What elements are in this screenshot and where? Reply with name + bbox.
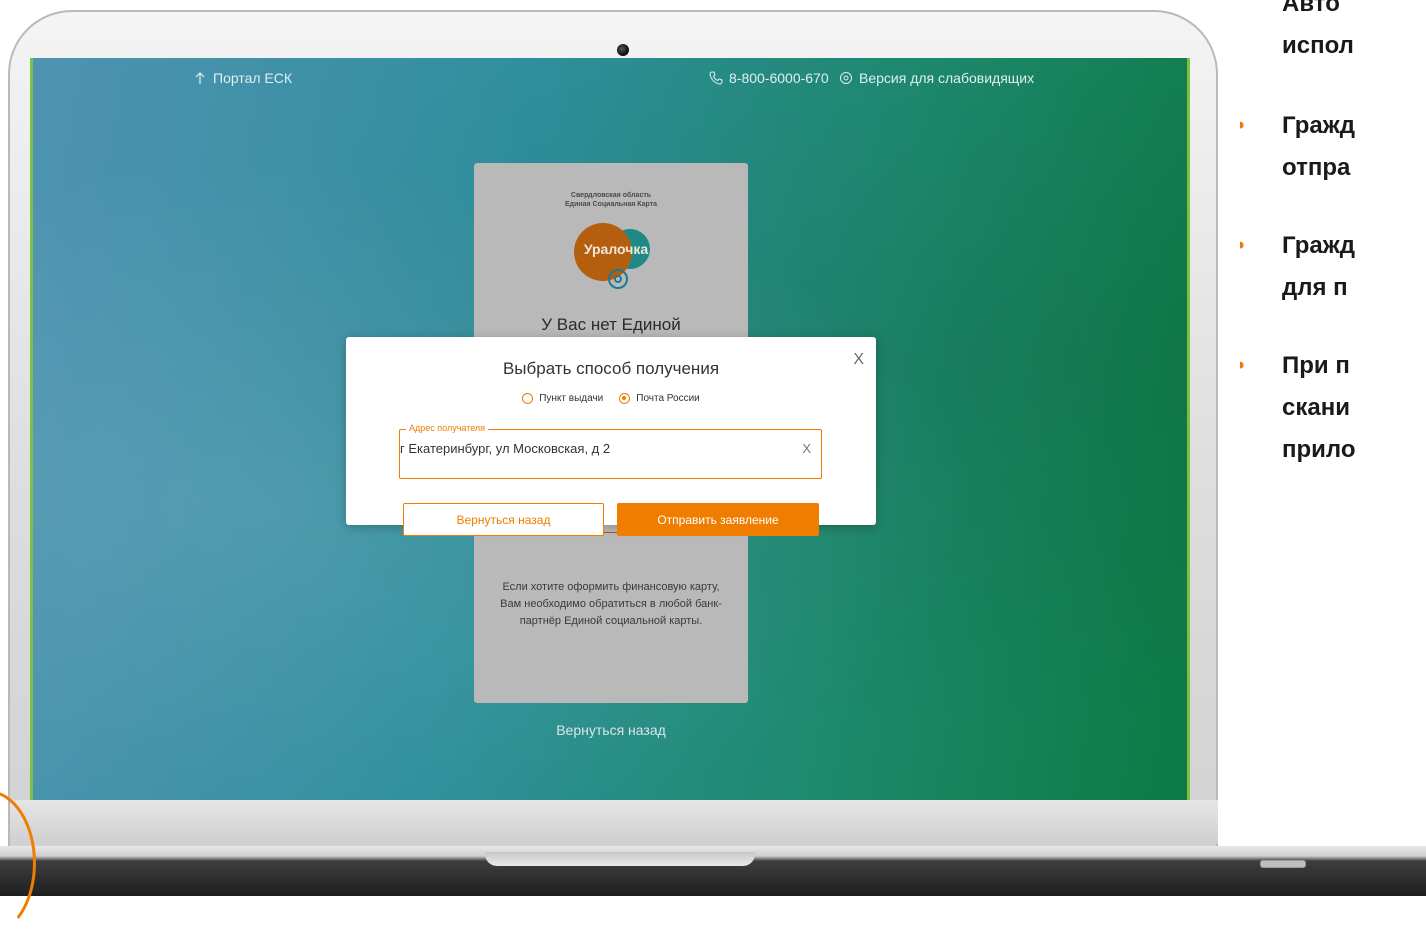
- logo-text: Уралочка: [583, 241, 649, 257]
- radio-pickup-label[interactable]: Пункт выдачи: [539, 393, 603, 404]
- slide-line-text: Гражд: [1282, 232, 1355, 259]
- address-field[interactable]: Адрес получателя г Екатеринбург, ул Моск…: [399, 423, 822, 479]
- slide-line-text: отпра: [1282, 154, 1351, 181]
- portal-link-label: Портал ЕСК: [213, 70, 293, 86]
- slide-line-text: прило: [1282, 436, 1356, 463]
- delivery-method-dialog: X Выбрать способ получения Пункт выдачи …: [346, 337, 876, 536]
- region-text: Свердловская область Единая Социальная К…: [474, 191, 748, 209]
- uralochka-logo: Уралочка: [568, 219, 664, 309]
- program-line: Единая Социальная Карта: [564, 201, 658, 208]
- card-heading: У Вас нет Единой: [541, 315, 681, 334]
- slide-line-text: Гражд: [1282, 112, 1355, 139]
- radio-pickup-point[interactable]: [522, 393, 534, 404]
- bullet-dot-icon: •: [1240, 348, 1244, 384]
- eye-icon: [839, 71, 853, 85]
- low-vision-label: Версия для слабовидящих: [859, 70, 1035, 86]
- low-vision-link[interactable]: Версия для слабовидящих: [839, 70, 1034, 86]
- radio-post-label[interactable]: Почта России: [636, 393, 700, 404]
- radio-russian-post[interactable]: [619, 393, 631, 404]
- phone-icon: [709, 71, 723, 85]
- card-note: Если хотите оформить финансовую карту, В…: [500, 581, 722, 627]
- portal-link[interactable]: Портал ЕСК: [193, 70, 292, 86]
- laptop-chin: [10, 800, 1218, 844]
- laptop-screen: Портал ЕСК 8-800-6000-670 Версия для сла…: [30, 58, 1190, 802]
- slide-line-text: скани: [1282, 394, 1350, 421]
- arrow-up-icon: [193, 71, 207, 85]
- back-button[interactable]: Вернуться назад: [403, 503, 604, 536]
- phone-link[interactable]: 8-800-6000-670: [709, 70, 829, 86]
- region-line: Свердловская область: [570, 192, 652, 199]
- phone-number: 8-800-6000-670: [729, 70, 829, 86]
- slide-line-text: Авто: [1282, 0, 1340, 17]
- logo-target-icon: [608, 269, 628, 289]
- address-input[interactable]: г Екатеринбург, ул Московская, д 2: [400, 441, 610, 456]
- back-link[interactable]: Вернуться назад: [474, 722, 748, 738]
- submit-application-button[interactable]: Отправить заявление: [617, 503, 819, 536]
- camera-icon: [617, 44, 629, 56]
- delivery-options: Пункт выдачи Почта России: [346, 393, 876, 404]
- dialog-title: Выбрать способ получения: [502, 359, 720, 378]
- bullet-dot-icon: •: [1240, 108, 1244, 144]
- slide-text-column: Авто испол • Гражд отпра • Гражд для п •…: [1240, 0, 1426, 896]
- laptop-notch: [485, 852, 755, 866]
- slide-line-text: При п: [1282, 352, 1350, 379]
- bullet-dot-icon: •: [1240, 228, 1244, 264]
- slide-line-text: для п: [1282, 274, 1348, 301]
- address-label: Адрес получателя: [406, 423, 489, 433]
- clear-address-icon[interactable]: X: [802, 441, 811, 456]
- slide-line-text: испол: [1282, 32, 1354, 59]
